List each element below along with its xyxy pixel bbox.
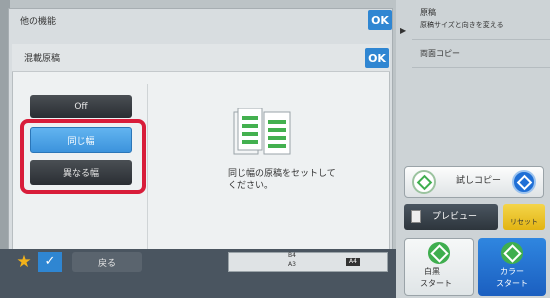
back-button[interactable]: 戻る — [72, 252, 142, 272]
color-start-label-line2: スタート — [496, 279, 528, 288]
bw-start-label-line1: 白黒 — [424, 267, 440, 276]
document-illustration-icon — [232, 107, 294, 158]
inner-ok-button[interactable]: OK — [365, 48, 389, 68]
reset-label: リセット — [510, 218, 538, 226]
option-off-button[interactable]: Off — [30, 95, 132, 118]
paper-size-a4: A4 — [346, 258, 360, 266]
preview-icon — [411, 210, 421, 223]
paper-tray-indicator — [228, 252, 388, 272]
color-start-icon — [501, 242, 523, 264]
test-copy-blue-icon — [512, 170, 536, 194]
original-subtitle: 原稿サイズと向きを変える — [420, 21, 504, 29]
option-different-width-button[interactable]: 異なる幅 — [30, 160, 132, 185]
favorite-star-icon[interactable]: ★ — [14, 252, 34, 272]
test-copy-green-icon — [412, 170, 436, 194]
original-title: 原稿 — [420, 8, 436, 17]
instruction-line-2: ください。 — [228, 181, 274, 191]
bw-start-label-line2: スタート — [420, 279, 452, 288]
test-copy-label: 試しコピー — [456, 176, 502, 186]
outer-ok-button[interactable]: OK — [368, 10, 392, 30]
instruction-line-1: 同じ幅の原稿をセットして — [228, 169, 336, 179]
duplex-copy-label: 両面コピー — [420, 49, 460, 58]
paper-size-b4: B4 — [288, 252, 296, 259]
reset-button[interactable] — [503, 204, 545, 230]
option-same-width-button[interactable]: 同じ幅 — [30, 127, 132, 153]
color-start-label-line1: カラー — [500, 267, 524, 276]
expand-arrow-icon[interactable]: ▶ — [400, 26, 406, 35]
outer-dialog-title: 他の機能 — [20, 17, 57, 27]
bw-start-icon — [428, 242, 450, 264]
preview-label: プレビュー — [432, 212, 478, 222]
inner-dialog-header — [12, 44, 390, 72]
inner-dialog-title: 混載原稿 — [24, 54, 61, 64]
paper-size-a3: A3 — [288, 261, 296, 268]
checkmark-icon[interactable]: ✓ — [38, 252, 62, 272]
